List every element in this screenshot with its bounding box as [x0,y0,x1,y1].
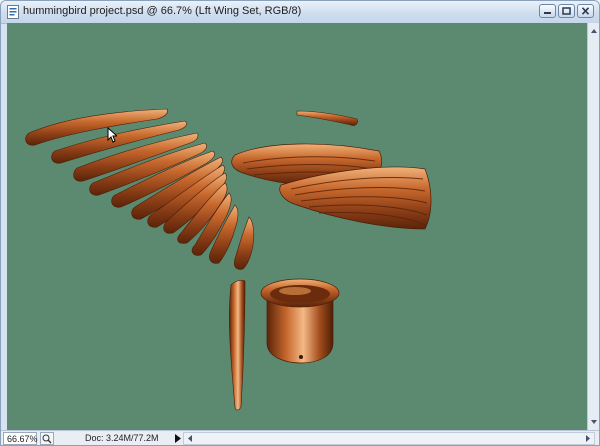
left-wing-feathers [25,108,255,270]
maximize-button[interactable] [558,4,575,18]
spindle-piece [229,279,246,411]
window-title: hummingbird project.psd @ 66.7% (Lft Win… [23,5,302,17]
document-canvas[interactable] [7,23,587,430]
document-size-info: Doc: 3.24M/77.2M [85,433,159,443]
title-bar[interactable]: hummingbird project.psd @ 66.7% (Lft Win… [1,1,599,24]
minimize-button[interactable] [539,4,556,18]
scroll-down-icon[interactable] [588,416,600,428]
artwork [25,108,432,411]
close-button[interactable] [577,4,594,18]
document-window: hummingbird project.psd @ 66.7% (Lft Win… [0,0,600,446]
minimize-icon [544,12,551,14]
scroll-left-icon[interactable] [185,433,196,444]
document-icon [7,5,19,19]
horizontal-scrollbar[interactable] [183,432,595,445]
play-arrow-icon[interactable] [173,433,182,444]
vertical-scrollbar[interactable] [587,23,600,430]
maximize-icon [562,7,571,15]
small-quill [296,110,358,126]
scroll-up-icon[interactable] [588,25,600,37]
scroll-right-icon[interactable] [582,433,593,444]
mouse-cursor-icon [107,127,117,143]
status-bar: 66.67% Doc: 3.24M/77.2M [1,430,599,445]
magnifier-icon [42,434,52,444]
feather-12 [233,216,255,270]
cylinder-cup [260,278,340,364]
zoom-options-button[interactable] [40,432,54,445]
zoom-level-field[interactable]: 66.67% [3,432,38,445]
close-icon [581,7,590,15]
